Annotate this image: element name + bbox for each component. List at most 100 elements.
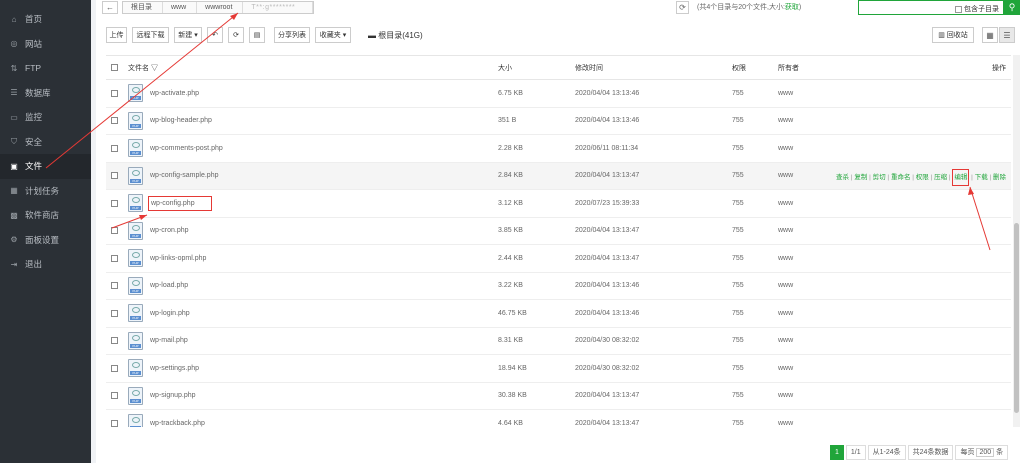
file-permission[interactable]: 755	[732, 117, 744, 124]
dir-size-link[interactable]: 获取	[785, 4, 799, 11]
search-input[interactable]: 包含子目录	[858, 0, 1004, 15]
table-scrollbar[interactable]	[1013, 55, 1020, 427]
table-row[interactable]: PHP wp-settings.php 18.94 KB 2020/04/30 08:…	[106, 355, 1011, 383]
crumb-wwwroot[interactable]: wwwroot	[197, 2, 244, 13]
action-0[interactable]: 查杀	[836, 174, 849, 181]
action-7[interactable]: 下载	[975, 174, 988, 181]
col-perm-header[interactable]: 权限	[732, 63, 746, 73]
file-name[interactable]: wp-links-opml.php	[150, 255, 206, 262]
file-owner[interactable]: www	[778, 227, 793, 234]
include-subdir-checkbox[interactable]: 包含子目录	[955, 4, 999, 14]
path-back-button[interactable]: ←	[102, 1, 118, 14]
col-owner-header[interactable]: 所有者	[778, 63, 799, 73]
file-name[interactable]: wp-activate.php	[150, 90, 199, 97]
upload-button[interactable]: 上传	[106, 27, 127, 43]
file-permission[interactable]: 755	[732, 365, 744, 372]
action-6[interactable]: 编辑	[952, 168, 970, 186]
action-3[interactable]: 重命名	[891, 174, 911, 181]
row-checkbox[interactable]	[111, 337, 118, 345]
scrollbar-thumb[interactable]	[1014, 223, 1019, 413]
file-permission[interactable]: 755	[732, 90, 744, 97]
file-owner[interactable]: www	[778, 255, 793, 262]
new-dropdown-button[interactable]: 新建 ▾	[174, 27, 202, 43]
file-permission[interactable]: 755	[732, 200, 744, 207]
file-permission[interactable]: 755	[732, 310, 744, 317]
checkbox[interactable]	[955, 5, 962, 13]
row-checkbox[interactable]	[111, 282, 118, 290]
file-owner[interactable]: www	[778, 365, 793, 372]
file-permission[interactable]: 755	[732, 227, 744, 234]
file-owner[interactable]: www	[778, 282, 793, 289]
file-name[interactable]: wp-config-sample.php	[150, 172, 218, 179]
sidebar-item-9[interactable]: ⚙ 面板设置	[0, 228, 91, 253]
row-checkbox[interactable]	[111, 364, 118, 372]
list-view-icon[interactable]: ☰	[999, 27, 1015, 43]
file-permission[interactable]: 755	[732, 337, 744, 344]
file-owner[interactable]: www	[778, 392, 793, 399]
file-name[interactable]: wp-blog-header.php	[150, 117, 212, 124]
table-row[interactable]: PHP wp-comments-post.php 2.28 KB 2020/06/11…	[106, 135, 1011, 163]
file-name[interactable]: wp-settings.php	[150, 365, 199, 372]
file-permission[interactable]: 755	[732, 282, 744, 289]
action-5[interactable]: 压缩	[934, 174, 947, 181]
row-checkbox[interactable]	[111, 419, 118, 427]
sidebar-item-6[interactable]: ▣ 文件	[0, 154, 91, 179]
favorites-dropdown-button[interactable]: 收藏夹 ▾	[315, 27, 351, 43]
sidebar-item-5[interactable]: ⛉ 安全	[0, 130, 91, 155]
sidebar-item-3[interactable]: ☰ 数据库	[0, 81, 91, 106]
action-2[interactable]: 剪切	[873, 174, 886, 181]
sidebar-item-8[interactable]: ▩ 软件商店	[0, 203, 91, 228]
sidebar-item-0[interactable]: ⌂ 首页	[0, 7, 91, 32]
file-name[interactable]: wp-login.php	[150, 310, 190, 317]
sidebar-item-2[interactable]: ⇅ FTP	[0, 56, 91, 81]
row-checkbox[interactable]	[111, 117, 118, 125]
row-checkbox[interactable]	[111, 392, 118, 400]
file-name[interactable]: wp-trackback.php	[150, 420, 205, 427]
select-all-checkbox[interactable]	[111, 64, 118, 71]
table-row[interactable]: PHP wp-config.php 3.12 KB 2020/07/23 15:39:…	[106, 190, 1011, 218]
file-owner[interactable]: www	[778, 337, 793, 344]
remote-download-button[interactable]: 远程下载	[132, 27, 169, 43]
terminal-icon[interactable]: ▤	[249, 27, 265, 43]
file-permission[interactable]: 755	[732, 255, 744, 262]
table-row[interactable]: PHP wp-blog-header.php 351 B 2020/04/04 13:…	[106, 108, 1011, 135]
file-name[interactable]: wp-load.php	[150, 282, 188, 289]
action-8[interactable]: 删除	[993, 174, 1006, 181]
table-row[interactable]: PHP wp-cron.php 3.85 KB 2020/04/04 13:13:47…	[106, 218, 1011, 245]
file-name[interactable]: wp-signup.php	[150, 392, 196, 399]
table-row[interactable]: PHP wp-mail.php 8.31 KB 2020/04/30 08:32:02…	[106, 328, 1011, 355]
file-owner[interactable]: www	[778, 172, 793, 179]
crumb-site[interactable]: T**:g********	[243, 2, 314, 13]
col-size-header[interactable]: 大小	[498, 63, 512, 73]
path-refresh-button[interactable]: ⟳	[676, 1, 689, 14]
row-checkbox[interactable]	[111, 254, 118, 262]
row-checkbox[interactable]	[111, 89, 118, 97]
table-row[interactable]: PHP wp-activate.php 6.75 KB 2020/04/04 13:1…	[106, 80, 1011, 108]
col-mtime-header[interactable]: 修改时间	[575, 63, 603, 73]
per-page-select[interactable]: 200	[976, 447, 995, 457]
sidebar-item-4[interactable]: ▭ 监控	[0, 105, 91, 130]
table-row[interactable]: PHP wp-signup.php 30.38 KB 2020/04/04 13:13…	[106, 383, 1011, 410]
page-current[interactable]: 1	[830, 444, 844, 460]
crumb-root[interactable]: 根目录	[123, 2, 163, 13]
share-list-button[interactable]: 分享列表	[274, 27, 310, 43]
row-checkbox[interactable]	[111, 144, 118, 152]
file-permission[interactable]: 755	[732, 172, 744, 179]
row-checkbox[interactable]	[111, 199, 118, 207]
row-checkbox[interactable]	[111, 309, 118, 317]
sidebar-item-7[interactable]: ▦ 计划任务	[0, 179, 91, 204]
file-name[interactable]: wp-cron.php	[150, 227, 189, 234]
file-name[interactable]: wp-config.php	[148, 195, 212, 211]
table-row[interactable]: PHP wp-load.php 3.22 KB 2020/04/04 13:13:46…	[106, 273, 1011, 300]
sidebar-item-1[interactable]: ◎ 网站	[0, 32, 91, 57]
table-row[interactable]: PHP wp-links-opml.php 2.44 KB 2020/04/04 13…	[106, 245, 1011, 273]
file-owner[interactable]: www	[778, 90, 793, 97]
crumb-www[interactable]: www	[163, 2, 198, 13]
table-row[interactable]: PHP wp-config-sample.php 2.84 KB 2020/04/04…	[106, 162, 1011, 190]
file-name[interactable]: wp-comments-post.php	[150, 145, 223, 152]
file-owner[interactable]: www	[778, 145, 793, 152]
table-row[interactable]: PHP wp-login.php 46.75 KB 2020/04/04 13:13:…	[106, 300, 1011, 328]
file-permission[interactable]: 755	[732, 392, 744, 399]
search-icon[interactable]: ⚲	[1004, 0, 1020, 15]
file-permission[interactable]: 755	[732, 420, 744, 427]
